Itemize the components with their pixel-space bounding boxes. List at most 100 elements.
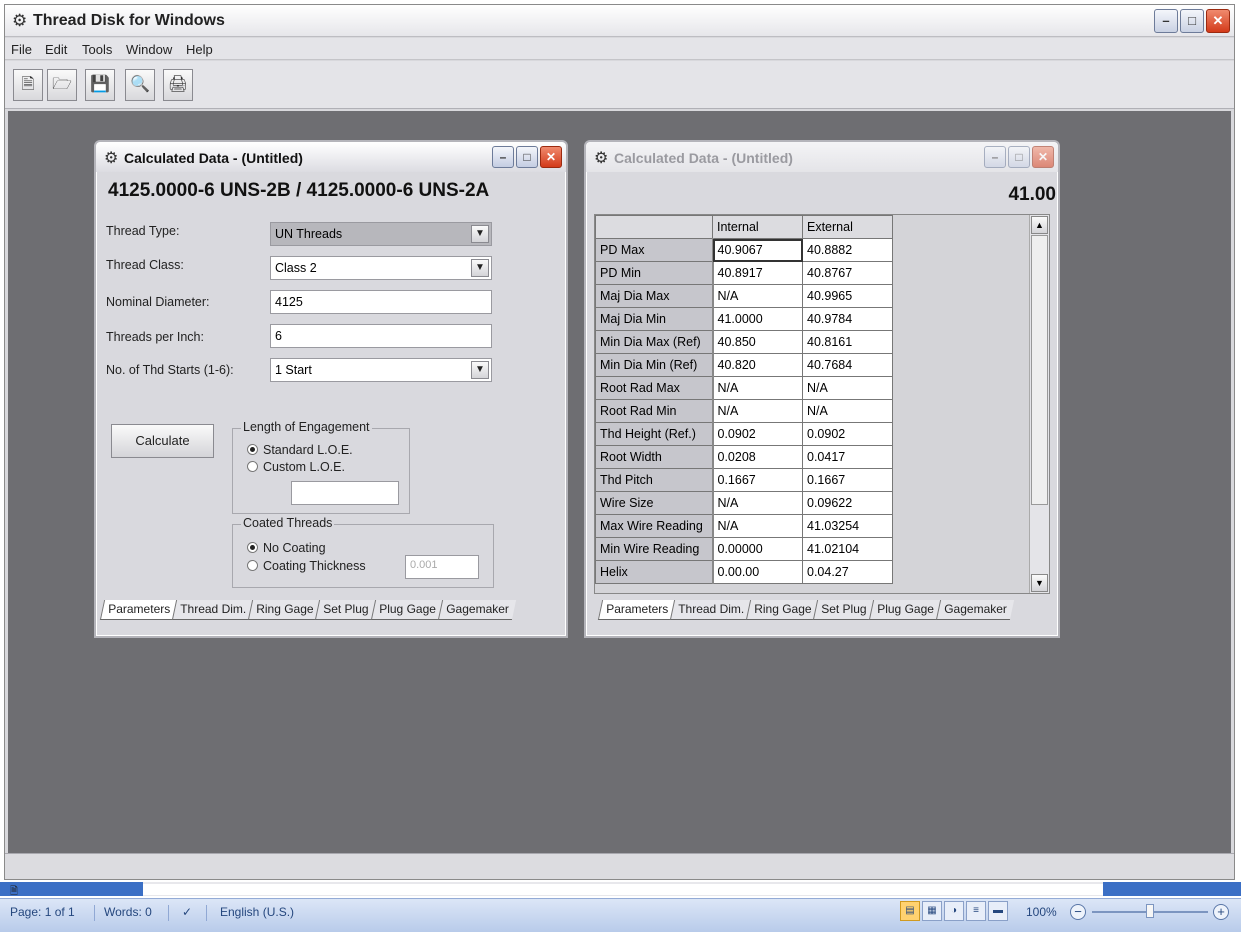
internal-value[interactable]: 0.00000 [712, 537, 803, 561]
external-value[interactable]: 40.9965 [802, 284, 893, 308]
internal-value[interactable]: 0.1667 [712, 468, 803, 492]
table-row[interactable]: Maj Dia Min 41.0000 40.9784 [595, 307, 893, 331]
no-coating-radio[interactable]: No Coating [247, 541, 326, 555]
table-row[interactable]: Thd Height (Ref.) 0.0902 0.0902 [595, 422, 893, 446]
table-row[interactable]: Root Width 0.0208 0.0417 [595, 445, 893, 469]
threads-per-inch-input[interactable]: 6 [270, 324, 492, 348]
table-row[interactable]: Wire Size N/A 0.09622 [595, 491, 893, 515]
internal-value[interactable]: N/A [712, 514, 803, 538]
tab-set-plug[interactable]: Set Plug [813, 600, 874, 620]
tab-thread-dim[interactable]: Thread Dim. [171, 600, 254, 620]
coating-thickness-input[interactable]: 0.001 [405, 555, 479, 579]
standard-loe-radio[interactable]: Standard L.O.E. [247, 443, 353, 457]
full-screen-reading-icon[interactable]: ▦ [922, 901, 942, 921]
internal-value[interactable]: 40.850 [712, 330, 803, 354]
child-minimize-button[interactable]: – [492, 146, 514, 168]
internal-value[interactable]: 40.9067 [712, 238, 803, 262]
tab-gagemaker[interactable]: Gagemaker [437, 600, 516, 620]
print-layout-icon[interactable]: ▤ [900, 901, 920, 921]
tab-parameters[interactable]: Parameters [99, 600, 178, 620]
external-value[interactable]: 0.04.27 [802, 560, 893, 584]
language-indicator[interactable]: English (U.S.) [220, 905, 294, 919]
thread-type-select[interactable]: UN Threads ▼ [270, 222, 492, 246]
child-minimize-button[interactable]: – [984, 146, 1006, 168]
nominal-diameter-input[interactable]: 4125 [270, 290, 492, 314]
external-value[interactable]: N/A [802, 399, 893, 423]
minimize-button[interactable]: – [1154, 9, 1178, 33]
internal-value[interactable]: 0.00.00 [712, 560, 803, 584]
external-value[interactable]: 0.1667 [802, 468, 893, 492]
table-row[interactable]: Helix 0.00.00 0.04.27 [595, 560, 893, 584]
table-row[interactable]: Maj Dia Max N/A 40.9965 [595, 284, 893, 308]
external-value[interactable]: 40.8161 [802, 330, 893, 354]
page-count[interactable]: Page: 1 of 1 [10, 905, 75, 919]
table-row[interactable]: Root Rad Max N/A N/A [595, 376, 893, 400]
chevron-down-icon[interactable]: ▼ [471, 259, 489, 277]
scroll-thumb[interactable] [1031, 235, 1048, 505]
internal-value[interactable]: 41.0000 [712, 307, 803, 331]
print-icon[interactable]: 🖨 [163, 69, 193, 101]
chevron-down-icon[interactable]: ▼ [471, 225, 489, 243]
external-value[interactable]: 0.0902 [802, 422, 893, 446]
custom-loe-radio[interactable]: Custom L.O.E. [247, 460, 345, 474]
zoom-level[interactable]: 100% [1026, 905, 1057, 919]
table-row[interactable]: Thd Pitch 0.1667 0.1667 [595, 468, 893, 492]
scroll-up-icon[interactable]: ▲ [1031, 216, 1048, 234]
external-value[interactable]: 40.7684 [802, 353, 893, 377]
menu-help[interactable]: Help [186, 42, 213, 57]
menu-window[interactable]: Window [126, 42, 172, 57]
child-maximize-button[interactable]: □ [1008, 146, 1030, 168]
internal-value[interactable]: 0.0208 [712, 445, 803, 469]
web-layout-icon[interactable]: ◑ [944, 901, 964, 921]
external-value[interactable]: 40.8882 [802, 238, 893, 262]
internal-value[interactable]: N/A [712, 284, 803, 308]
tab-ring-gage[interactable]: Ring Gage [745, 600, 819, 620]
external-value[interactable]: 41.03254 [802, 514, 893, 538]
tab-plug-gage[interactable]: Plug Gage [868, 600, 941, 620]
calculate-button[interactable]: Calculate [111, 424, 214, 458]
zoom-in-icon[interactable]: + [1213, 904, 1229, 920]
word-count[interactable]: Words: 0 [104, 905, 152, 919]
child-maximize-button[interactable]: □ [516, 146, 538, 168]
thread-starts-select[interactable]: 1 Start ▼ [270, 358, 492, 382]
internal-value[interactable]: 40.8917 [712, 261, 803, 285]
table-row[interactable]: PD Max 40.9067 40.8882 [595, 238, 893, 262]
internal-value[interactable]: N/A [712, 399, 803, 423]
coating-thickness-radio[interactable]: Coating Thickness [247, 559, 366, 573]
maximize-button[interactable]: □ [1180, 9, 1204, 33]
scroll-down-icon[interactable]: ▼ [1031, 574, 1048, 592]
external-value[interactable]: 0.09622 [802, 491, 893, 515]
external-value[interactable]: 40.8767 [802, 261, 893, 285]
internal-value[interactable]: 0.0902 [712, 422, 803, 446]
table-row[interactable]: Root Rad Min N/A N/A [595, 399, 893, 423]
tab-ring-gage[interactable]: Ring Gage [247, 600, 321, 620]
vertical-scrollbar[interactable]: ▲ ▼ [1029, 215, 1049, 593]
thread-class-select[interactable]: Class 2 ▼ [270, 256, 492, 280]
tab-parameters[interactable]: Parameters [597, 600, 676, 620]
external-value[interactable]: 0.0417 [802, 445, 893, 469]
open-folder-icon[interactable]: 🗁 [47, 69, 77, 101]
tab-thread-dim[interactable]: Thread Dim. [669, 600, 752, 620]
horizontal-scrollbar[interactable] [0, 882, 1241, 896]
table-row[interactable]: PD Min 40.8917 40.8767 [595, 261, 893, 285]
tab-gagemaker[interactable]: Gagemaker [935, 600, 1014, 620]
save-disk-icon[interactable]: 💾 [85, 69, 115, 101]
menu-tools[interactable]: Tools [82, 42, 112, 57]
child-close-button[interactable]: ✕ [1032, 146, 1054, 168]
spellcheck-icon[interactable]: ✓ [182, 905, 192, 919]
chevron-down-icon[interactable]: ▼ [471, 361, 489, 379]
draft-icon[interactable]: ▬ [988, 901, 1008, 921]
child-close-button[interactable]: ✕ [540, 146, 562, 168]
custom-loe-input[interactable] [291, 481, 399, 505]
menu-edit[interactable]: Edit [45, 42, 67, 57]
table-row[interactable]: Min Dia Min (Ref) 40.820 40.7684 [595, 353, 893, 377]
menu-file[interactable]: File [11, 42, 32, 57]
zoom-out-icon[interactable]: − [1070, 904, 1086, 920]
new-document-icon[interactable]: 🗎 [13, 69, 43, 101]
zoom-slider-thumb[interactable] [1146, 904, 1154, 918]
print-preview-icon[interactable]: 🔍 [125, 69, 155, 101]
table-row[interactable]: Max Wire Reading N/A 41.03254 [595, 514, 893, 538]
scrollbar-track[interactable] [143, 884, 1103, 895]
close-button[interactable]: ✕ [1206, 9, 1230, 33]
external-value[interactable]: 41.02104 [802, 537, 893, 561]
